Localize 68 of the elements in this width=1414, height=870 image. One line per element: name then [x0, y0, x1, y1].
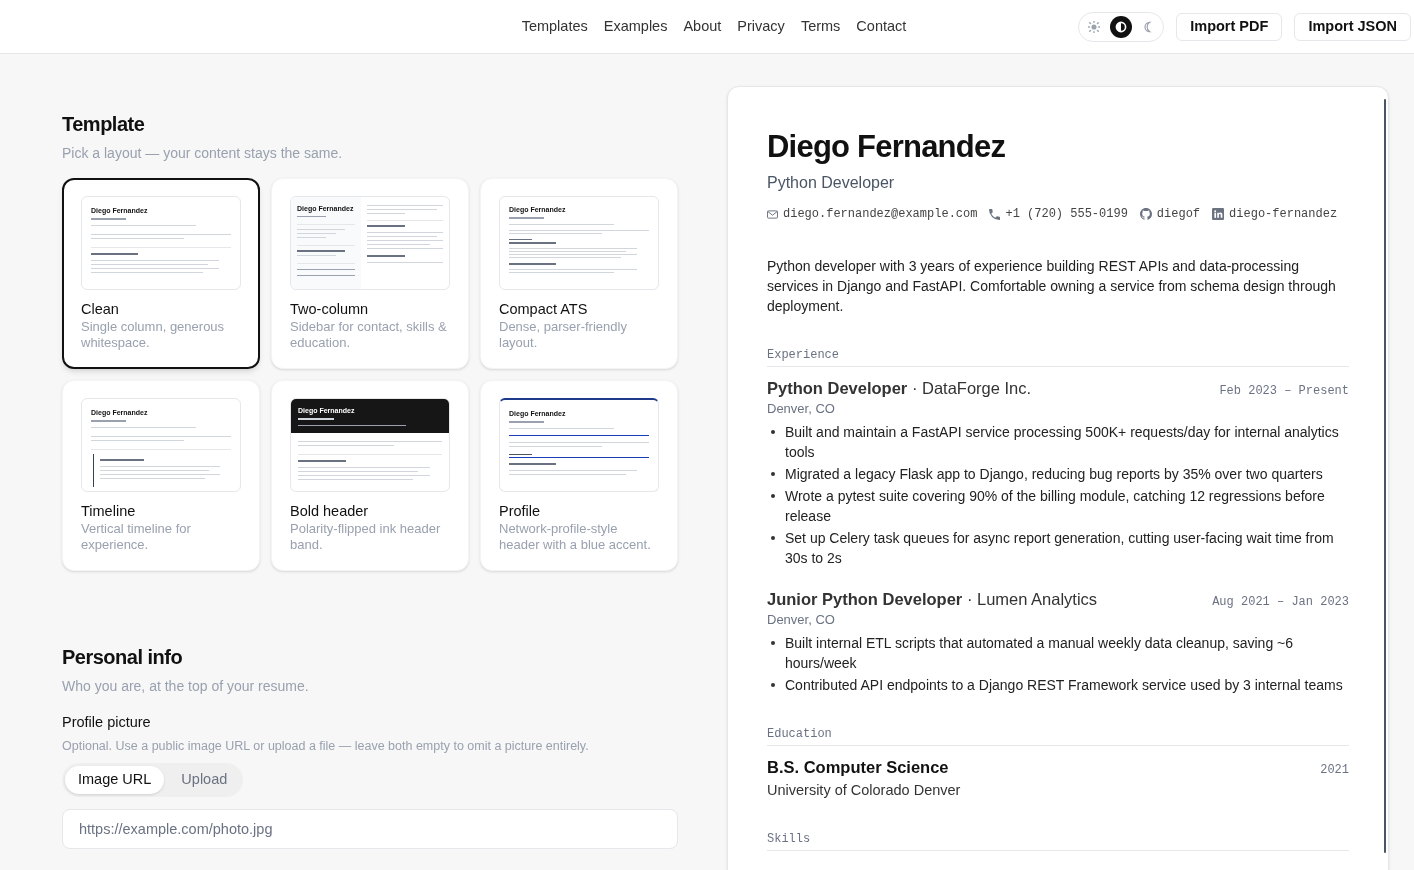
resume-name: Diego Fernandez [767, 128, 1007, 166]
template-description: Sidebar for contact, skills & education. [290, 319, 448, 351]
resume-summary: Python developer with 3 years of experience building REST APIs and data-processing services in Django and FastAPI. Comfortable owning a service from schema design through deployment. [767, 257, 1337, 316]
nav-link[interactable]: Terms [800, 15, 841, 38]
nav-link[interactable]: Contact [856, 15, 907, 38]
field-label: Profile picture [62, 713, 152, 732]
school-name: University of Colorado Denver [767, 781, 962, 800]
bullet-icon [771, 494, 775, 498]
section-subtitle: Pick a layout — your content stays the same. [62, 144, 344, 163]
contact-text: +1 (720) 555-0199 [1005, 206, 1128, 222]
half-circle-icon[interactable] [1110, 15, 1133, 38]
preview-text-lines-drawing [297, 213, 355, 276]
job-dates: Aug 2021 – Jan 2023 [1212, 594, 1349, 611]
template-name: Bold header [290, 502, 370, 521]
contact-text: diegof [1156, 206, 1201, 222]
sun-icon[interactable] [1088, 20, 1101, 33]
section-heading: Template [62, 112, 146, 137]
nav-link[interactable]: Templates [521, 15, 588, 38]
email-icon [767, 209, 778, 219]
contact-text: diego.fernandez@example.com [783, 206, 978, 222]
template-description: Single column, generous whitespace. [81, 319, 226, 351]
template-description: Dense, parser-friendly layout. [499, 319, 628, 351]
job-heading: Junior Python Developer · Lumen Analytics [767, 589, 1098, 610]
template-name: Profile [499, 502, 542, 521]
resume-section-heading: Education [767, 726, 1349, 746]
linkedin-icon [1212, 208, 1225, 220]
job-bullet: Set up Celery task queues for async report generation, cutting user-facing wait time from 30s to 2s [785, 529, 1335, 568]
nav-link[interactable]: Privacy [737, 15, 785, 38]
section-heading: Personal info [62, 645, 184, 670]
source-tab[interactable]: Image URL [65, 766, 165, 794]
job-heading: Python Developer · DataForge Inc. [767, 378, 1032, 399]
nav-link[interactable]: Examples [603, 15, 668, 38]
field-hint: Optional. Use a public image URL or upload a file — leave both empty to omit a picture entirely. [62, 738, 590, 755]
job-bullet: Built internal ETL scripts that automated a manual weekly data cleanup, saving ~6 hours/week [785, 634, 1295, 673]
bullet-icon [771, 536, 775, 540]
phone-icon [989, 208, 1001, 220]
job-bullet: Migrated a legacy Flask app to Django, reducing bug reports by 35% over two quarters [785, 465, 1323, 484]
import-button[interactable]: Import PDF [1176, 12, 1283, 41]
education-year: 2021 [1320, 762, 1349, 779]
resume-section-heading: Experience [767, 347, 1349, 367]
template-description: Vertical timeline for experience. [81, 521, 192, 553]
bullet-icon [771, 472, 775, 476]
job-bullet: Contributed API endpoints to a Django REST Framework service used by 3 internal teams [785, 676, 1343, 695]
scrollbar-thumb[interactable] [1384, 99, 1386, 853]
job-bullet: Wrote a pytest suite covering 90% of the billing module, catching 12 regressions before release [785, 487, 1326, 526]
template-name: Clean [81, 300, 120, 319]
nav-link[interactable]: About [683, 15, 722, 38]
github-icon [1139, 208, 1152, 220]
job-bullet: Built and maintain a FastAPI service processing 500K+ requests/day for internal analytics tools [785, 423, 1340, 462]
contact-text: diego-fernandez [1229, 206, 1338, 222]
bullet-icon [771, 683, 775, 687]
resume-title: Python Developer [767, 173, 896, 193]
template-name: Compact ATS [499, 300, 589, 319]
job-location: Denver, CO [767, 400, 836, 418]
section-subtitle: Who you are, at the top of your resume. [62, 677, 310, 696]
job-location: Denver, CO [767, 611, 836, 629]
template-description: Network-profile-style header with a blue accent. [499, 521, 652, 553]
template-description: Polarity-flipped ink header band. [290, 521, 442, 553]
bullet-icon [771, 641, 775, 645]
degree-name: B.S. Computer Science [767, 757, 949, 778]
template-name: Two-column [290, 300, 370, 319]
job-dates: Feb 2023 – Present [1219, 383, 1349, 400]
resume-section-heading: Skills [767, 831, 1349, 851]
source-tab[interactable]: Upload [168, 766, 241, 794]
import-button[interactable]: Import JSON [1294, 12, 1411, 41]
url-input[interactable]: https://example.com/photo.jpg [62, 809, 678, 849]
template-name: Timeline [81, 502, 137, 521]
bullet-icon [771, 430, 775, 434]
